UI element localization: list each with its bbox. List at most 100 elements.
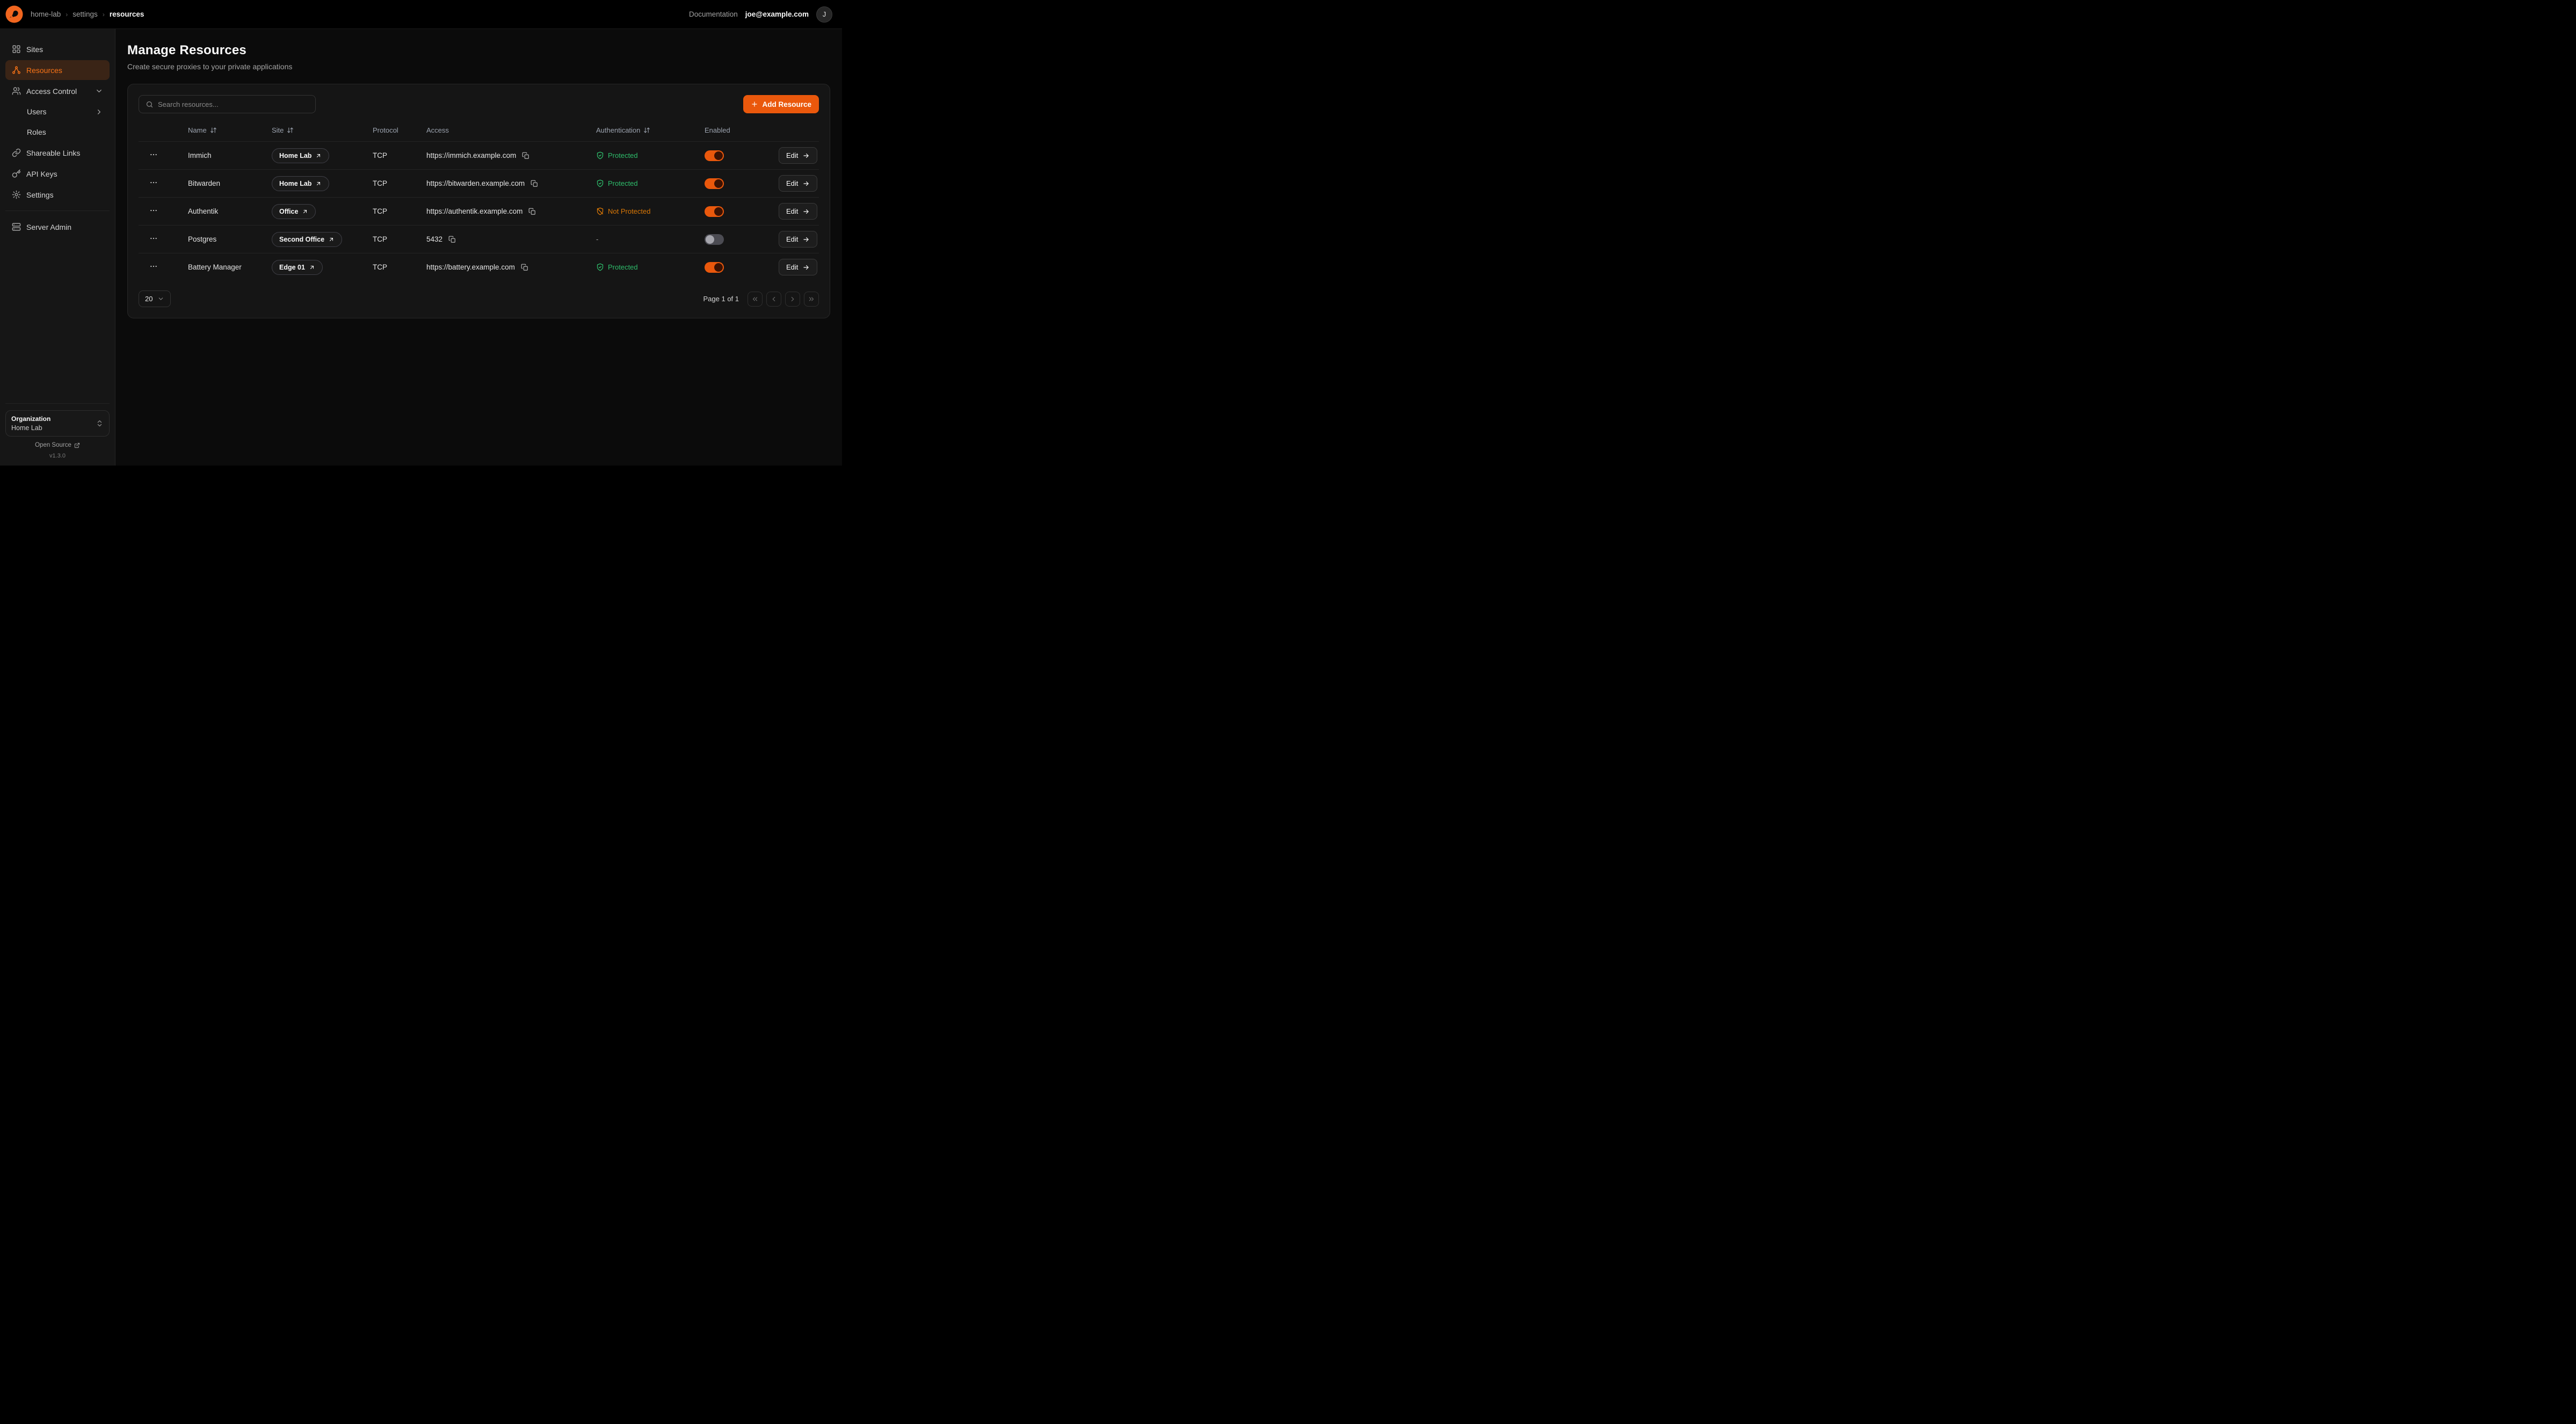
resource-access-url: 5432 xyxy=(426,235,442,243)
last-page-button[interactable] xyxy=(804,292,819,307)
shield-check-icon xyxy=(596,179,604,187)
edit-button[interactable]: Edit xyxy=(779,259,817,275)
sidebar-item-server-admin[interactable]: Server Admin xyxy=(5,217,110,237)
users-icon xyxy=(12,86,21,96)
edit-button[interactable]: Edit xyxy=(779,231,817,248)
breadcrumb: home-lab › settings › resources xyxy=(31,10,144,18)
page-info: Page 1 of 1 xyxy=(703,295,739,303)
sidebar-item-roles[interactable]: Roles xyxy=(5,122,110,142)
sidebar-item-users[interactable]: Users xyxy=(5,102,110,121)
site-name: Edge 01 xyxy=(279,264,305,271)
edit-button[interactable]: Edit xyxy=(779,175,817,192)
sidebar-item-label: Access Control xyxy=(26,87,77,96)
site-link[interactable]: Home Lab xyxy=(272,148,329,163)
user-email[interactable]: joe@example.com xyxy=(745,10,809,18)
topbar: home-lab › settings › resources Document… xyxy=(0,0,842,29)
arrow-right-icon xyxy=(802,180,810,187)
column-site: Site xyxy=(272,126,284,134)
copy-icon xyxy=(531,180,538,187)
edit-button[interactable]: Edit xyxy=(779,147,817,164)
copy-button[interactable] xyxy=(527,207,537,216)
resource-protocol: TCP xyxy=(373,207,426,215)
row-menu-button[interactable] xyxy=(146,148,161,163)
app-logo-icon[interactable] xyxy=(5,5,23,23)
enabled-toggle[interactable] xyxy=(705,206,724,217)
documentation-link[interactable]: Documentation xyxy=(689,10,738,18)
ellipsis-icon xyxy=(149,150,158,159)
chevron-down-icon xyxy=(157,295,164,302)
organization-label: Organization xyxy=(11,415,96,423)
sidebar-item-api-keys[interactable]: API Keys xyxy=(5,164,110,184)
resource-protocol: TCP xyxy=(373,263,426,271)
resource-name: Immich xyxy=(188,151,272,159)
open-source-label: Open Source xyxy=(35,442,71,448)
sidebar-item-resources[interactable]: Resources xyxy=(5,60,110,80)
organization-value: Home Lab xyxy=(11,424,96,432)
chevron-right-icon xyxy=(789,295,796,303)
auth-status-label: Protected xyxy=(608,151,638,159)
chevron-down-icon xyxy=(95,87,103,95)
sidebar-divider xyxy=(5,403,110,404)
site-link[interactable]: Edge 01 xyxy=(272,260,323,275)
link-icon xyxy=(12,148,21,157)
auth-status: Not Protected xyxy=(596,207,705,215)
breadcrumb-org[interactable]: home-lab xyxy=(31,10,61,18)
breadcrumb-settings[interactable]: settings xyxy=(72,10,98,18)
main-content: Manage Resources Create secure proxies t… xyxy=(115,29,842,466)
arrow-right-icon xyxy=(802,264,810,271)
shield-off-icon xyxy=(596,207,604,215)
add-resource-button[interactable]: Add Resource xyxy=(743,95,819,113)
edit-button[interactable]: Edit xyxy=(779,203,817,220)
copy-icon xyxy=(528,208,536,215)
sort-icon[interactable] xyxy=(643,127,650,134)
sidebar-item-settings[interactable]: Settings xyxy=(5,185,110,205)
site-link[interactable]: Home Lab xyxy=(272,176,329,191)
breadcrumb-current: resources xyxy=(110,10,144,18)
table-row: Immich Home Lab TCP https://immich.examp… xyxy=(139,141,819,169)
page-size-select[interactable]: 20 xyxy=(139,290,171,307)
edit-label: Edit xyxy=(786,151,798,159)
sidebar-item-access-control[interactable]: Access Control xyxy=(5,81,110,101)
site-link[interactable]: Second Office xyxy=(272,232,342,247)
arrow-right-icon xyxy=(802,236,810,243)
organization-selector[interactable]: Organization Home Lab xyxy=(5,410,110,437)
sort-icon[interactable] xyxy=(210,127,217,134)
ellipsis-icon xyxy=(149,178,158,187)
row-menu-button[interactable] xyxy=(146,204,161,219)
copy-button[interactable] xyxy=(529,179,539,188)
auth-status: - xyxy=(596,235,705,243)
avatar[interactable]: J xyxy=(816,6,832,23)
first-page-button[interactable] xyxy=(748,292,763,307)
gear-icon xyxy=(12,190,21,199)
copy-button[interactable] xyxy=(447,235,457,244)
site-name: Home Lab xyxy=(279,152,311,159)
table-row: Postgres Second Office TCP 5432 - Edit xyxy=(139,225,819,253)
sidebar-item-label: Sites xyxy=(26,45,43,54)
enabled-toggle[interactable] xyxy=(705,178,724,189)
chevrons-left-icon xyxy=(751,295,759,303)
enabled-toggle[interactable] xyxy=(705,150,724,161)
arrow-up-right-icon xyxy=(302,208,308,215)
sort-icon[interactable] xyxy=(287,127,294,134)
enabled-toggle[interactable] xyxy=(705,262,724,273)
avatar-initial: J xyxy=(823,11,826,18)
enabled-toggle[interactable] xyxy=(705,234,724,245)
copy-button[interactable] xyxy=(521,151,531,161)
open-source-link[interactable]: Open Source xyxy=(4,442,111,448)
site-link[interactable]: Office xyxy=(272,204,316,219)
row-menu-button[interactable] xyxy=(146,176,161,191)
auth-status: Protected xyxy=(596,263,705,271)
row-menu-button[interactable] xyxy=(146,260,161,274)
next-page-button[interactable] xyxy=(785,292,800,307)
sidebar-item-sites[interactable]: Sites xyxy=(5,39,110,59)
row-menu-button[interactable] xyxy=(146,232,161,246)
server-icon xyxy=(12,222,21,231)
search-input[interactable] xyxy=(158,100,309,108)
waypoints-icon xyxy=(12,66,21,75)
arrow-up-right-icon xyxy=(309,264,315,271)
previous-page-button[interactable] xyxy=(766,292,781,307)
breadcrumb-separator: › xyxy=(66,11,68,18)
sidebar-item-shareable-links[interactable]: Shareable Links xyxy=(5,143,110,163)
copy-button[interactable] xyxy=(520,263,529,272)
ellipsis-icon xyxy=(149,234,158,243)
